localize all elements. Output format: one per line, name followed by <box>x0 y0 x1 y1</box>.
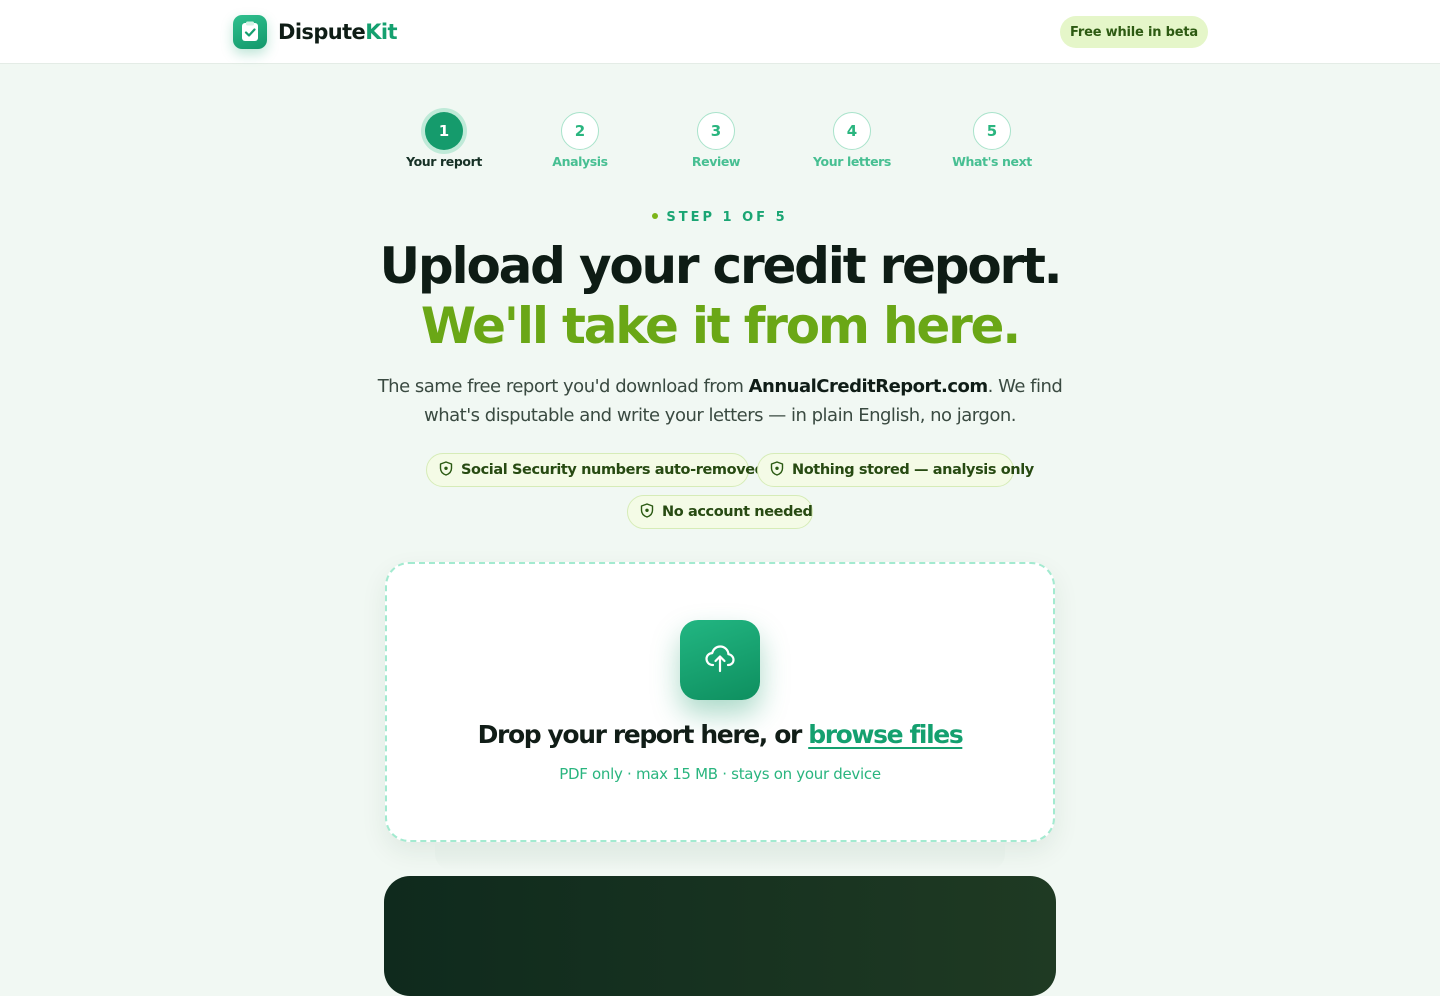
step-your-report[interactable]: 1 Your report <box>374 112 514 169</box>
document-check-icon <box>233 15 267 49</box>
trust-pill-nothing-stored: Nothing stored — analysis only <box>757 453 1034 487</box>
step-label: Your report <box>406 154 482 169</box>
dark-info-panel <box>384 876 1056 996</box>
beta-badge: Free while in beta <box>1060 16 1208 48</box>
trust-pill-no-account: No account needed <box>627 495 813 529</box>
step-label: Review <box>691 154 741 169</box>
brand[interactable]: DisputeKit <box>233 15 398 49</box>
dropzone-hint: PDF only · max 15 MB · stays on your dev… <box>559 765 881 783</box>
step-eyebrow: STEP 1 OF 5 <box>0 210 1440 225</box>
trust-pill-ssn: Social Security numbers auto-removed <box>426 453 765 487</box>
dropzone-title: Drop your report here, or browse files <box>387 720 1053 749</box>
step-analysis[interactable]: 2 Analysis <box>510 112 650 169</box>
dot-icon <box>652 213 659 219</box>
page-subtitle: The same free report you'd download from… <box>370 372 1070 430</box>
page-title: Upload your credit report. We'll take it… <box>0 236 1440 356</box>
brand-name-accent: Kit <box>365 20 397 44</box>
shield-icon <box>439 460 453 480</box>
trust-pill-label: Nothing stored — analysis only <box>792 462 1034 478</box>
eyebrow-text: STEP 1 OF 5 <box>666 210 788 225</box>
headline-line-2: We'll take it from here. <box>420 297 1021 355</box>
step-number: 2 <box>561 112 599 150</box>
annualcreditreport-name: AnnualCreditReport.com <box>748 376 989 397</box>
step-whats-next[interactable]: 5 What's next <box>922 112 1062 169</box>
dropzone-title-text: Drop your report here, or <box>477 720 809 749</box>
step-number: 4 <box>833 112 871 150</box>
trust-pill-label: Social Security numbers auto-removed <box>461 462 765 478</box>
step-number: 5 <box>973 112 1011 150</box>
brand-name: DisputeKit <box>278 20 398 44</box>
upload-dropzone[interactable]: Drop your report here, or browse files P… <box>385 562 1055 842</box>
trust-pill-label: No account needed <box>662 504 813 520</box>
shield-icon <box>640 502 654 522</box>
step-number: 1 <box>425 112 463 150</box>
headline-line-1: Upload your credit report. <box>379 237 1063 295</box>
browse-files-link[interactable]: browse files <box>808 720 963 749</box>
upload-button[interactable] <box>680 620 760 700</box>
cloud-upload-icon <box>703 641 737 679</box>
step-review[interactable]: 3 Review <box>646 112 786 169</box>
step-number: 3 <box>697 112 735 150</box>
shield-icon <box>770 460 784 480</box>
step-label: Analysis <box>552 154 608 169</box>
dropzone-shadow-divider <box>435 844 1005 870</box>
top-navigation-bar: DisputeKit Free while in beta <box>0 0 1440 64</box>
subtitle-text-start: The same free report you'd download from <box>377 376 749 397</box>
step-label: What's next <box>952 154 1032 169</box>
brand-name-primary: Dispute <box>278 20 366 44</box>
step-your-letters[interactable]: 4 Your letters <box>782 112 922 169</box>
step-label: Your letters <box>813 154 891 169</box>
